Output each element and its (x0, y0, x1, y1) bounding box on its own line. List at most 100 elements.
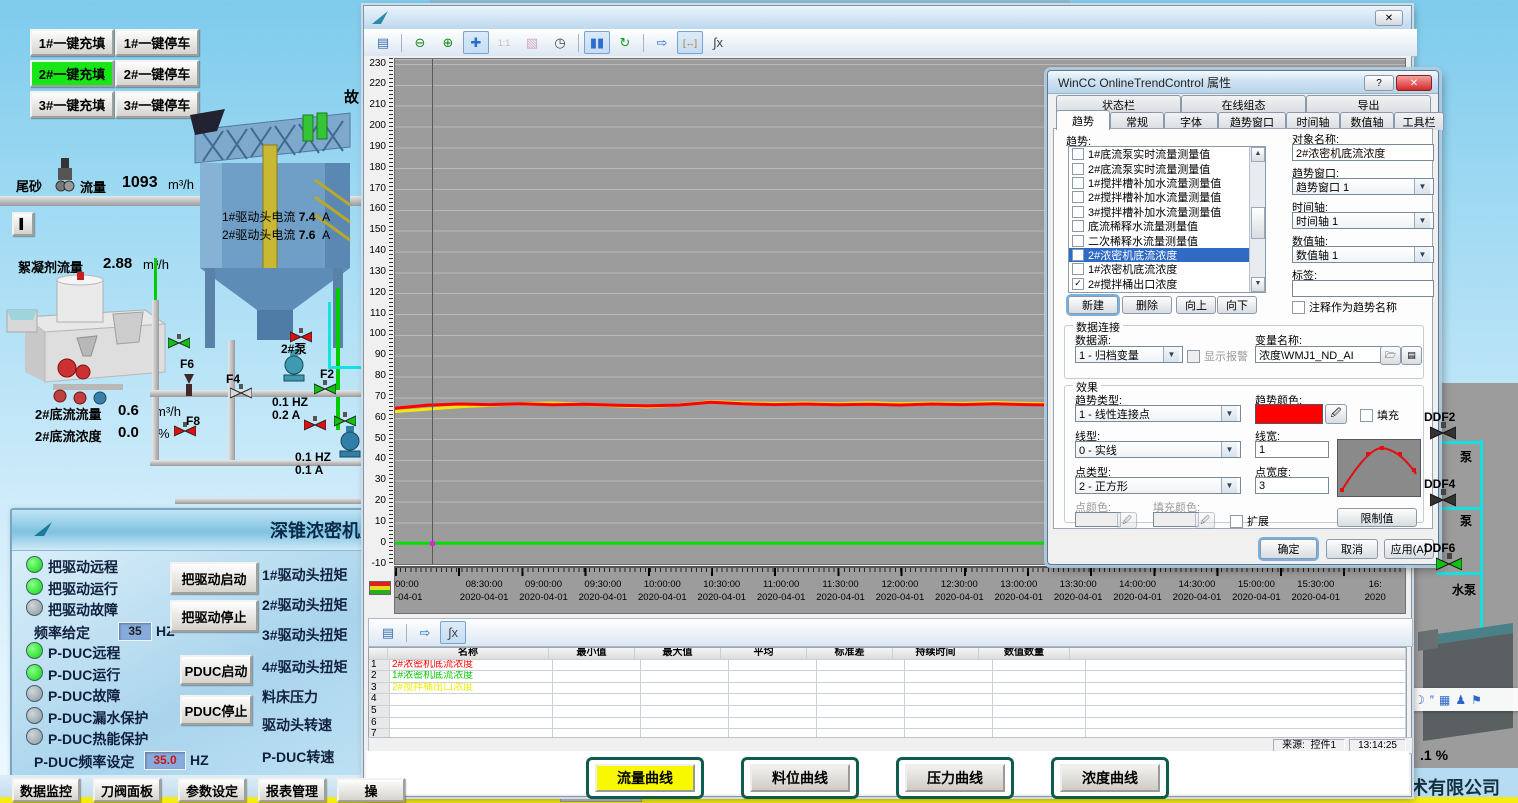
checkbox[interactable] (1072, 148, 1084, 160)
trend-list[interactable]: 1#底流泵实时流量测量值2#底流泵实时流量测量值1#搅拌槽补加水流量测量值2#搅… (1068, 146, 1266, 293)
trend-list-item[interactable]: 底流稀释水流量测量值 (1069, 219, 1265, 233)
list-button-向上[interactable]: 向上 (1176, 296, 1216, 314)
table-row[interactable]: 4 (369, 694, 1406, 706)
panel-button[interactable]: PDUC启动 (180, 655, 252, 685)
export-icon[interactable]: ⇨ (649, 31, 675, 54)
curve-button[interactable]: 料位曲线 (741, 757, 859, 799)
panel-button[interactable]: 把驱动停止 (170, 600, 258, 632)
color-picker-button[interactable]: 🖉 (1325, 404, 1347, 424)
point-width-input[interactable]: 3 (1255, 477, 1329, 494)
dialog-title-bar[interactable]: WinCC OnlineTrendControl 属性 ? ✕ (1048, 71, 1438, 94)
list-button-删除[interactable]: 删除 (1122, 296, 1172, 314)
trend-type-select[interactable]: 1 - 线性连接点▼ (1075, 405, 1241, 422)
trend-list-item[interactable]: 1#搅拌槽补加水流量测量值 (1069, 176, 1265, 190)
data-source-select[interactable]: 1 - 归档变量▼ (1075, 346, 1183, 363)
time-axis-legend-icon[interactable] (369, 581, 391, 595)
pause-icon[interactable]: ▮▮ (584, 31, 610, 54)
panel-button[interactable]: 把驱动启动 (170, 562, 258, 594)
hmi-button[interactable]: 3#一键充填 (30, 91, 114, 118)
tab-在线组态[interactable]: 在线组态 (1181, 95, 1306, 113)
table-row[interactable]: 5 (369, 706, 1406, 718)
trend-list-scrollbar[interactable]: ▲▼ (1249, 147, 1265, 292)
trend-list-item[interactable]: ✓2#浓密机底流浓度 (1069, 248, 1265, 262)
tab-趋势[interactable]: 趋势 (1056, 110, 1110, 130)
variable-name-input[interactable]: 浓度\WMJ1_ND_AI (1255, 346, 1383, 363)
checkbox[interactable] (1072, 206, 1084, 218)
hmi-button[interactable]: 1#一键停车 (115, 29, 199, 56)
timer-icon[interactable]: ◷ (547, 31, 573, 54)
trend-list-item[interactable]: 3#搅拌槽补加水流量测量值 (1069, 205, 1265, 219)
tab-导出[interactable]: 导出 (1306, 95, 1431, 113)
pan-icon[interactable]: ✚ (463, 31, 489, 54)
table-row[interactable]: 6 (369, 718, 1406, 730)
list-button-新建[interactable]: 新建 (1068, 296, 1118, 314)
scroll-down-button[interactable]: ▼ (1251, 277, 1265, 292)
statistics-icon[interactable]: ∫x (705, 31, 731, 54)
taskbar-button[interactable]: 刀阀面板 (93, 778, 161, 802)
trend-list-item[interactable]: 二次稀释水流量测量值 (1069, 233, 1265, 247)
trend-list-item[interactable]: 1#浓密机底流浓度 (1069, 262, 1265, 276)
browse-variable-button[interactable]: 🗁 (1380, 346, 1401, 365)
trend-window-close-button[interactable]: ✕ (1375, 10, 1403, 26)
table-row[interactable]: 12#浓密机底流浓度 (369, 660, 1406, 672)
hmi-button[interactable]: 2#一键充填 (30, 60, 114, 87)
input-bar-icon[interactable]: ▦ (1439, 693, 1450, 707)
statistics-table[interactable]: 名称最小值最大值平均标准差持续时间数值数量12#浓密机底流浓度21#浓密机底流浓… (368, 647, 1407, 739)
taskbar-button[interactable]: 操 (337, 778, 405, 802)
line-type-select[interactable]: 0 - 实线▼ (1075, 441, 1241, 458)
input-bar-icon[interactable]: ⚑ (1471, 693, 1482, 707)
tag-input[interactable] (1292, 280, 1434, 297)
time-cursor[interactable] (432, 59, 433, 564)
input-bar-icon[interactable]: ″ (1430, 693, 1434, 707)
time-axis-select[interactable]: 时间轴 1▼ (1292, 212, 1434, 229)
input-bar-icon[interactable]: ♟ (1455, 693, 1466, 707)
checkbox[interactable] (1072, 220, 1084, 232)
line-width-input[interactable]: 1 (1255, 441, 1329, 458)
fill-checkbox[interactable]: 填充 (1360, 407, 1399, 423)
checkbox[interactable] (1072, 191, 1084, 203)
dialog-help-button[interactable]: ? (1364, 75, 1394, 91)
export-icon[interactable]: ⇨ (412, 621, 438, 644)
comment-as-name-checkbox[interactable]: 注释作为趋势名称 (1292, 299, 1397, 315)
curve-button[interactable]: 流量曲线 (586, 757, 704, 799)
table-row[interactable]: 32#搅拌桶出口浓度 (369, 683, 1406, 695)
checkbox[interactable] (1072, 235, 1084, 247)
detail-button[interactable]: ▌ (12, 212, 34, 236)
input-bar-icon[interactable]: ☽ (1414, 693, 1425, 707)
table-row[interactable]: 21#浓密机底流浓度 (369, 671, 1406, 683)
zoom-vertical-icon[interactable]: ⊕ (435, 31, 461, 54)
hmi-button[interactable]: 2#一键停车 (115, 60, 199, 87)
extend-checkbox[interactable]: 扩展 (1230, 513, 1269, 529)
trend-window-select[interactable]: 趋势窗口 1▼ (1292, 178, 1434, 195)
curve-button[interactable]: 浓度曲线 (1051, 757, 1169, 799)
dialog-close-button[interactable]: ✕ (1396, 75, 1432, 91)
panel-button[interactable]: PDUC停止 (180, 695, 252, 725)
dialog-button-确定[interactable]: 确定 (1260, 539, 1317, 559)
statistics-icon[interactable]: ∫x (440, 621, 466, 644)
scroll-thumb[interactable] (1251, 207, 1265, 239)
trend-list-item[interactable]: 2#搅拌槽补加水流量测量值 (1069, 190, 1265, 204)
list-button-向下[interactable]: 向下 (1217, 296, 1257, 314)
taskbar-button[interactable]: 数据监控 (12, 778, 80, 802)
trend-list-item[interactable]: ✓2#搅拌桶出口浓度 (1069, 277, 1265, 291)
checkbox[interactable]: ✓ (1072, 278, 1084, 290)
checkbox[interactable] (1072, 163, 1084, 175)
hmi-button[interactable]: 1#一键充填 (30, 29, 114, 56)
trend-color-swatch[interactable] (1255, 404, 1323, 424)
properties-icon[interactable]: ▤ (370, 31, 396, 54)
curve-button[interactable]: 压力曲线 (896, 757, 1014, 799)
variable-properties-button[interactable]: ▤ (1401, 346, 1422, 365)
value-axis-select[interactable]: 数值轴 1▼ (1292, 246, 1434, 263)
trend-list-item[interactable]: 1#底流泵实时流量测量值 (1069, 147, 1265, 161)
object-name-input[interactable]: 2#浓密机底流浓度 (1292, 144, 1434, 161)
zoom-horizontal-icon[interactable]: ⊖ (407, 31, 433, 54)
trend-list-item[interactable]: 2#底流泵实时流量测量值 (1069, 161, 1265, 175)
point-type-select[interactable]: 2 - 正方形▼ (1075, 477, 1241, 494)
refresh-icon[interactable]: ↻ (612, 31, 638, 54)
time-axis[interactable]: 00:00-04-0108:30:002020-04-0109:00:00202… (394, 566, 1406, 614)
one-to-one-icon[interactable]: 1:1 (491, 31, 517, 54)
scroll-up-button[interactable]: ▲ (1251, 147, 1265, 162)
limit-values-button[interactable]: 限制值 (1337, 508, 1417, 527)
properties-icon[interactable]: ▤ (375, 621, 401, 644)
checkbox[interactable] (1072, 177, 1084, 189)
